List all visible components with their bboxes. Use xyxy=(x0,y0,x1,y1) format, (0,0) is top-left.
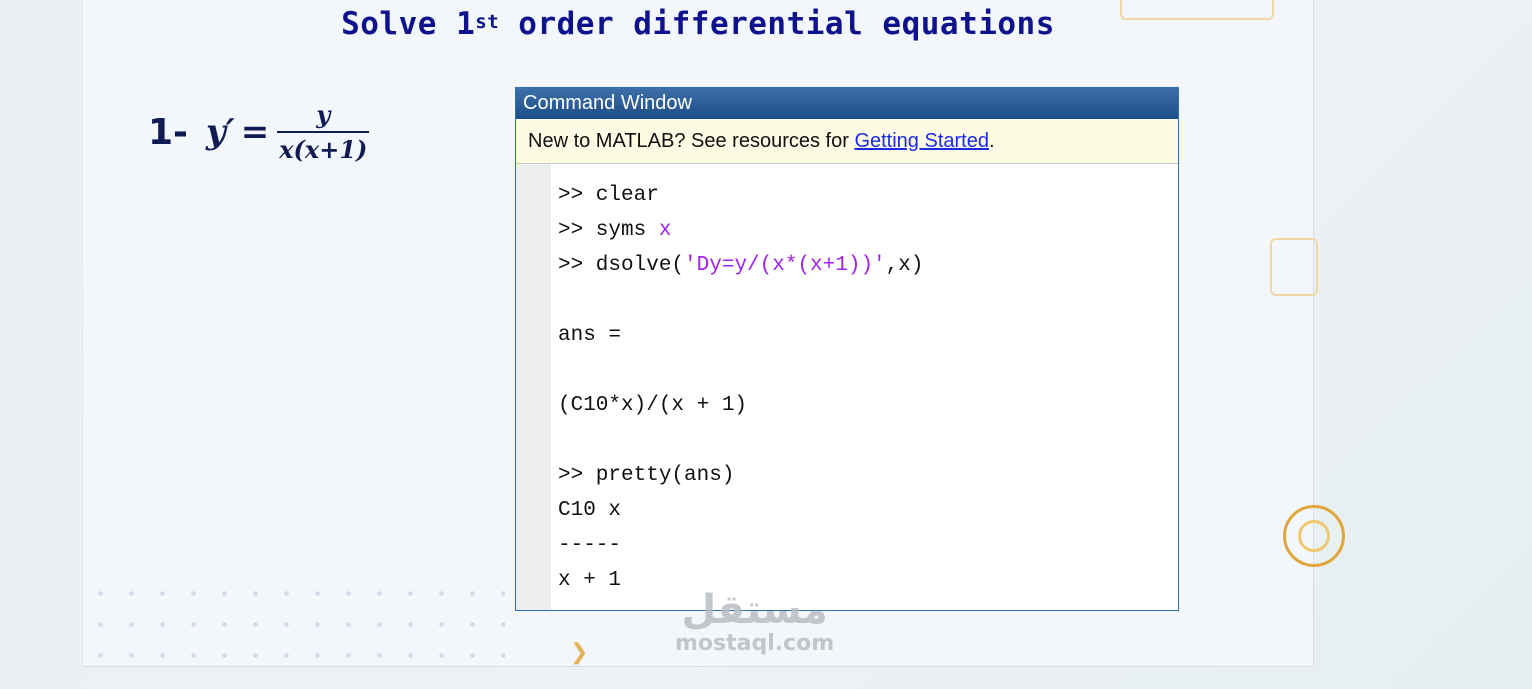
highlighted-token: 'Dy=y/(x*(x+1))' xyxy=(684,254,886,277)
decorative-ring-icon xyxy=(1283,505,1345,567)
slide: Solve 1st order differential equations 1… xyxy=(82,0,1314,667)
highlighted-token: x xyxy=(658,219,672,242)
command-line: ans = xyxy=(558,324,622,347)
command-line: >> syms x xyxy=(558,219,672,242)
command-window-title: Command Window xyxy=(516,88,1178,119)
decorative-circuit-box xyxy=(1270,238,1318,296)
equation-fraction: y x(x+1) xyxy=(277,100,370,164)
command-line xyxy=(558,423,923,458)
decorative-chevron-icon: ❯ xyxy=(570,640,589,665)
command-line xyxy=(558,283,923,318)
fraction-denominator: x(x+1) xyxy=(277,131,370,164)
equation-number: 1- xyxy=(148,111,188,153)
title-superscript: st xyxy=(475,11,500,33)
command-window[interactable]: Command Window New to MATLAB? See resour… xyxy=(515,87,1179,611)
command-line: >> dsolve('Dy=y/(x*(x+1))',x) xyxy=(558,254,924,277)
command-line: ----- xyxy=(558,534,622,557)
equation: 1- y′ = y x(x+1) xyxy=(148,92,370,172)
command-line: C10 x xyxy=(558,499,622,522)
getting-started-link[interactable]: Getting Started xyxy=(854,130,989,152)
decorative-circuit-frame xyxy=(1120,0,1274,20)
getting-started-banner: New to MATLAB? See resources for Getting… xyxy=(516,119,1178,164)
command-line: >> clear xyxy=(558,184,659,207)
command-line xyxy=(558,353,923,388)
command-line: (C10*x)/(x + 1) xyxy=(558,394,748,417)
equation-lhs: y′ xyxy=(206,112,235,152)
equals-sign: = xyxy=(240,112,270,152)
fraction-numerator: y xyxy=(316,100,331,129)
command-output[interactable]: >> clear >> syms x >> dsolve('Dy=y/(x*(x+1… xyxy=(551,164,923,610)
watermark: مستقل mostaql.com xyxy=(675,588,834,656)
command-gutter xyxy=(516,164,551,610)
decorative-dot-grid xyxy=(85,578,505,678)
command-line: >> pretty(ans) xyxy=(558,464,735,487)
watermark-latin: mostaql.com xyxy=(675,631,835,656)
watermark-arabic: مستقل xyxy=(681,587,828,633)
command-window-body[interactable]: >> clear >> syms x >> dsolve('Dy=y/(x*(x+1… xyxy=(516,164,1178,610)
